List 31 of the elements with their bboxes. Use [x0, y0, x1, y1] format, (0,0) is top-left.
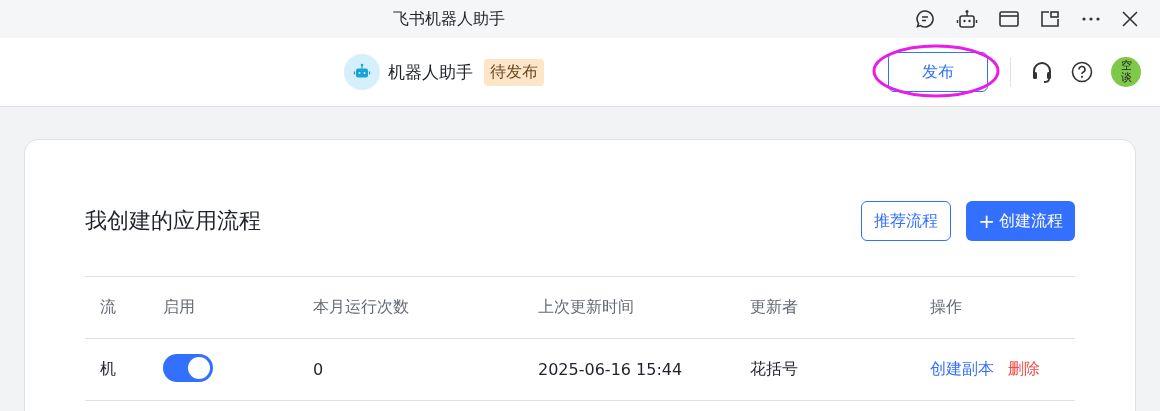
robot-avatar-icon	[344, 54, 380, 90]
table-cell: 0	[313, 360, 324, 379]
window-title: 飞书机器人助手	[393, 8, 505, 30]
column-header: 更新者	[750, 297, 798, 316]
copy-link[interactable]: 创建副本	[930, 359, 994, 380]
table-cell: 机	[100, 359, 116, 378]
status-badge: 待发布	[484, 58, 544, 86]
chat-icon[interactable]	[915, 9, 935, 29]
recommend-button[interactable]: 推荐流程	[861, 201, 952, 241]
create-button[interactable]: + 创建流程	[966, 201, 1075, 241]
column-header: 操作	[930, 297, 962, 316]
column-header: 上次更新时间	[538, 297, 634, 316]
split-window-icon[interactable]	[1040, 10, 1060, 28]
table-cell: 2025-06-16 15:44	[538, 360, 683, 379]
toggle-switch[interactable]	[163, 353, 213, 382]
headset-icon[interactable]	[1031, 60, 1053, 84]
publish-button[interactable]: 发布	[888, 52, 988, 92]
delete-link[interactable]: 删除	[1008, 359, 1040, 380]
app-name: 机器人助手	[388, 60, 473, 84]
section-title: 我创建的应用流程	[85, 207, 261, 235]
help-icon[interactable]	[1071, 61, 1093, 83]
table-cell: 花括号	[750, 359, 798, 378]
column-header: 本月运行次数	[313, 297, 409, 316]
close-icon[interactable]	[1122, 11, 1138, 27]
user-avatar[interactable]: 空谈	[1111, 57, 1141, 87]
column-header: 启用	[163, 297, 195, 316]
column-header: 流	[100, 297, 116, 316]
robot-icon[interactable]	[956, 9, 978, 29]
window-icon[interactable]	[999, 10, 1019, 28]
more-icon[interactable]	[1081, 16, 1101, 22]
avatar-text: 空谈	[1120, 59, 1132, 85]
